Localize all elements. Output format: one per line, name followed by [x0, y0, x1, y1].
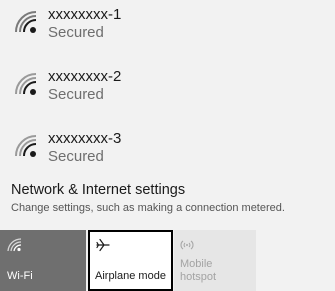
wifi-icon	[7, 238, 23, 257]
network-item-3[interactable]: xxxxxxxx-3 Secured	[0, 124, 335, 180]
network-flyout: xxxxxxxx-1 Secured xxxxxxxx-2 Secured xx…	[0, 0, 335, 291]
wifi-tile-label: Wi-Fi	[7, 270, 33, 282]
network-name: xxxxxxxx-3	[48, 130, 122, 147]
airplane-icon	[95, 238, 111, 257]
network-status: Secured	[48, 148, 104, 165]
network-item-1[interactable]: xxxxxxxx-1 Secured	[0, 0, 335, 56]
airplane-mode-tile[interactable]: Airplane mode	[88, 230, 173, 291]
wifi-secured-icon	[13, 72, 39, 98]
wifi-secured-icon	[13, 10, 39, 36]
network-status: Secured	[48, 24, 104, 41]
network-settings-description: Change settings, such as making a connec…	[11, 202, 285, 214]
quick-action-tiles: Wi-Fi Airplane mode Mobile hotspot	[0, 230, 335, 291]
wifi-secured-icon	[13, 134, 39, 160]
network-name: xxxxxxxx-1	[48, 6, 122, 23]
mobile-hotspot-label-line2: hotspot	[180, 271, 217, 283]
wifi-tile[interactable]: Wi-Fi	[0, 230, 86, 291]
mobile-hotspot-tile[interactable]: Mobile hotspot	[174, 230, 256, 291]
network-status: Secured	[48, 86, 104, 103]
network-name: xxxxxxxx-2	[48, 68, 122, 85]
network-item-2[interactable]: xxxxxxxx-2 Secured	[0, 62, 335, 118]
hotspot-icon	[180, 238, 194, 256]
network-settings-link[interactable]: Network & Internet settings Change setti…	[11, 182, 285, 214]
mobile-hotspot-label-line1: Mobile	[180, 258, 213, 270]
airplane-mode-label: Airplane mode	[95, 270, 166, 282]
network-settings-title: Network & Internet settings	[11, 182, 186, 198]
